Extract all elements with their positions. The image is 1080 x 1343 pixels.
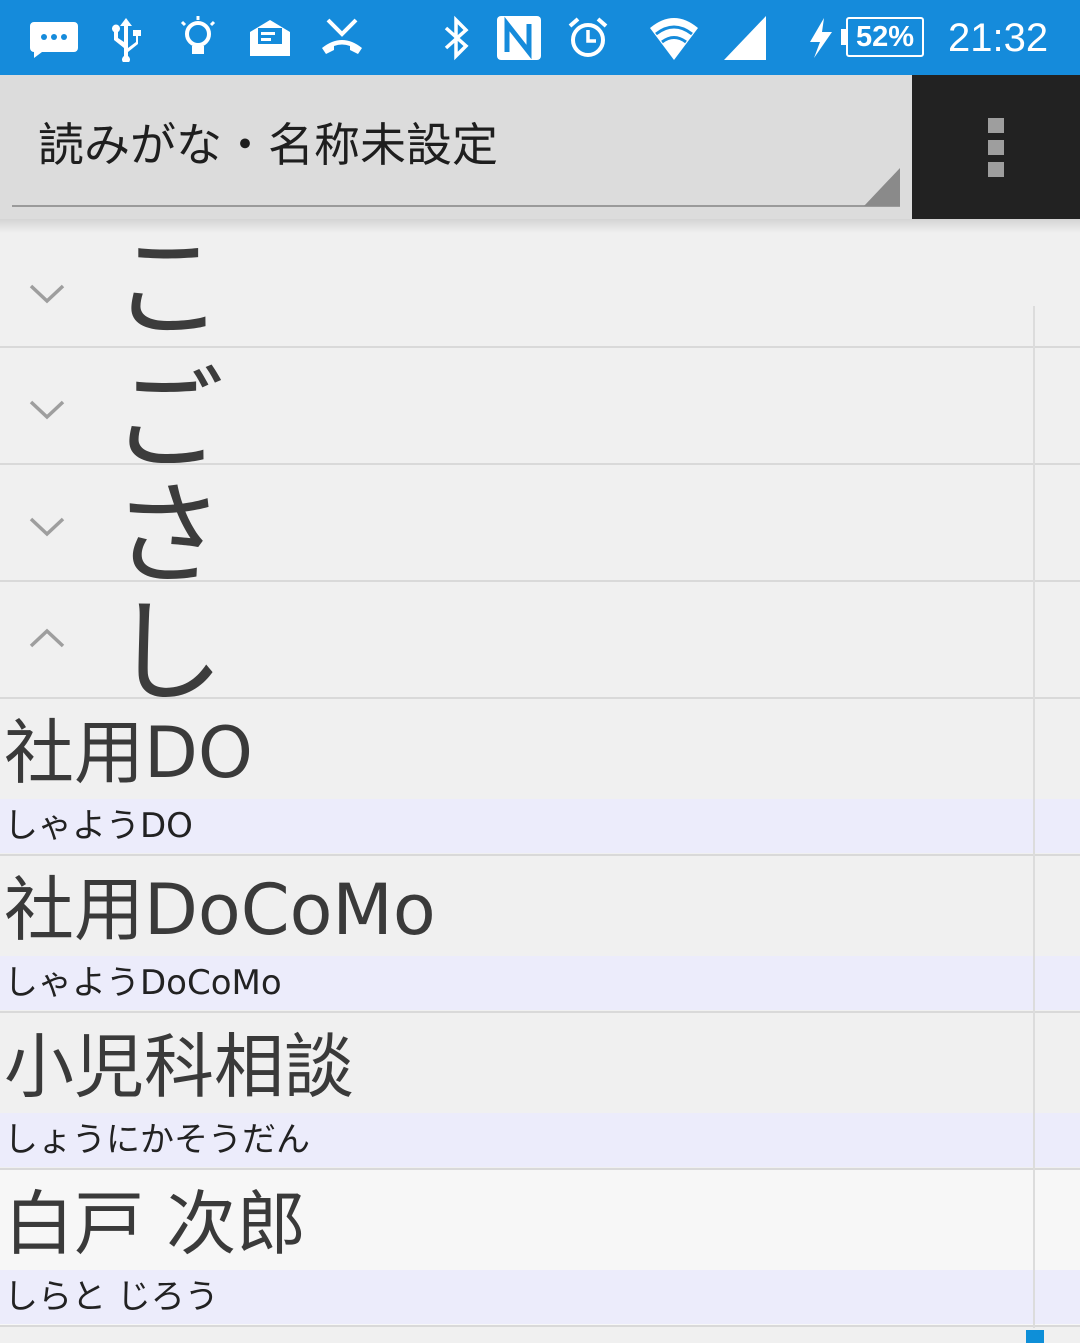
action-bar-shadow — [0, 219, 1080, 233]
contact-name: 白戸 次郎 — [4, 1183, 307, 1265]
action-bar: 読みがな・名称未設定 — [0, 75, 1080, 219]
charging-icon — [800, 14, 840, 62]
section-kana: さ — [112, 471, 224, 582]
scrollbar-thumb[interactable] — [1026, 1330, 1044, 1343]
contact-name: 社用DO — [4, 712, 253, 794]
chevron-down-icon — [28, 282, 66, 306]
clock: 21:32 — [948, 16, 1049, 60]
section-header[interactable]: こ — [0, 232, 1080, 348]
section-header[interactable]: ご — [0, 348, 1080, 465]
signal-icon — [720, 14, 772, 62]
contact-row[interactable]: 社用DO しゃようDO — [0, 699, 1080, 856]
missed-call-icon — [316, 14, 368, 62]
chevron-up-icon — [28, 626, 66, 650]
mail-icon — [244, 14, 296, 62]
alarm-icon — [562, 14, 614, 62]
section-kana: ご — [112, 356, 224, 465]
chat-icon — [28, 14, 80, 62]
spinner-title: 読みがな・名称未設定 — [38, 118, 498, 172]
lightbulb-icon — [172, 14, 224, 62]
status-bar: 52% 21:32 — [0, 0, 1080, 75]
contact-row[interactable]: 社用DoCoMo しゃようDoCoMo — [0, 856, 1080, 1013]
divider — [0, 1325, 1080, 1327]
contact-name: 小児科相談 — [4, 1026, 354, 1108]
battery-indicator: 52% — [841, 17, 924, 57]
scrollbar-track[interactable] — [1033, 306, 1035, 1328]
section-kana: こ — [112, 232, 224, 348]
contact-row[interactable]: 小児科相談 しょうにかそうだん — [0, 1013, 1080, 1170]
contact-reading: しゃようDO — [0, 799, 1080, 853]
chevron-down-icon — [28, 398, 66, 422]
chevron-down-icon — [28, 515, 66, 539]
more-vert-icon[interactable] — [912, 75, 1080, 219]
spinner-underline — [12, 205, 900, 207]
section-header[interactable]: し — [0, 582, 1080, 699]
contact-row[interactable]: 白戸 次郎 しらと じろう — [0, 1170, 1080, 1327]
wifi-icon — [648, 14, 700, 62]
contact-reading: しょうにかそうだん — [0, 1113, 1080, 1167]
usb-icon — [100, 14, 152, 62]
dropdown-triangle-icon — [864, 168, 900, 206]
contact-reading: しゃようDoCoMo — [0, 956, 1080, 1010]
section-kana: し — [112, 588, 224, 699]
filter-spinner[interactable]: 読みがな・名称未設定 — [0, 75, 912, 219]
contact-name: 社用DoCoMo — [4, 869, 436, 951]
bluetooth-icon — [430, 14, 482, 62]
contact-reading: しらと じろう — [0, 1270, 1080, 1324]
section-header[interactable]: さ — [0, 465, 1080, 582]
nfc-icon — [493, 14, 545, 62]
